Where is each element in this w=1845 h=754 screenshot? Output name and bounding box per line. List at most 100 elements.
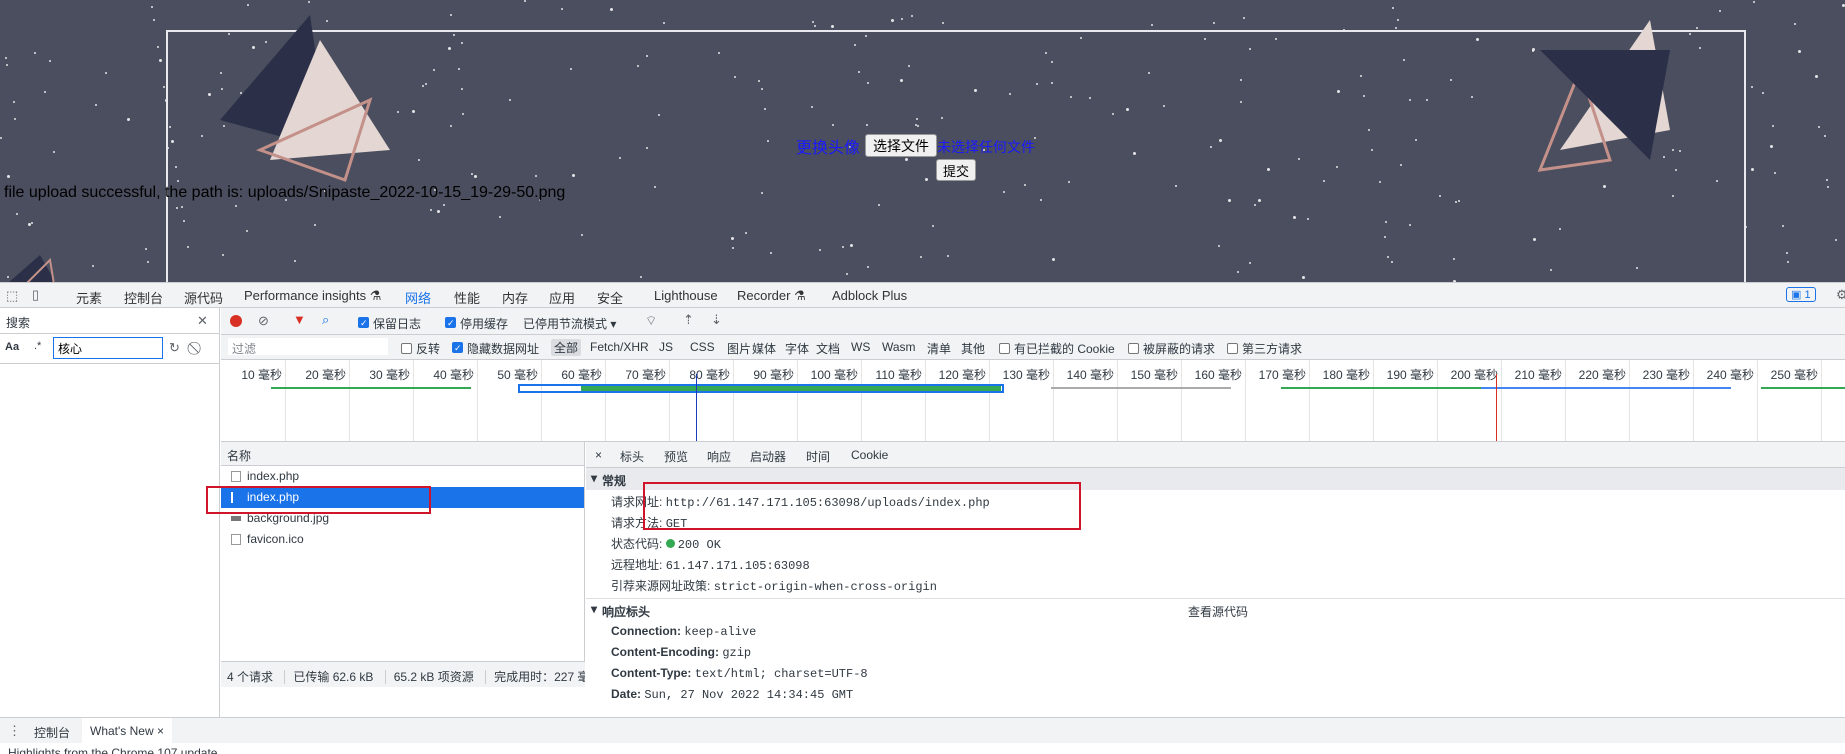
drawer-tab-console[interactable]: 控制台: [34, 724, 70, 741]
star: [44, 91, 47, 94]
tick-label: 150 毫秒: [1130, 368, 1178, 382]
issues-badge[interactable]: ▣ 1: [1786, 287, 1816, 302]
timeline-tick: 130 毫秒: [1003, 360, 1054, 441]
device-toolbar-icon[interactable]: ▯: [32, 287, 39, 303]
import-har-icon[interactable]: ⇡: [683, 312, 694, 328]
preserve-log-checkbox[interactable]: 保留日志: [358, 315, 421, 332]
type-filter[interactable]: 媒体: [752, 340, 776, 357]
timeline-tick: 190 毫秒: [1387, 360, 1438, 441]
star: [560, 8, 563, 11]
type-filter[interactable]: Wasm: [882, 340, 916, 354]
star: [1814, 74, 1818, 78]
type-filter[interactable]: Fetch/XHR: [590, 340, 649, 354]
view-source-link[interactable]: 查看源代码: [1188, 603, 1248, 620]
tick-label: 240 毫秒: [1706, 368, 1754, 382]
star: [5, 57, 8, 60]
devtools-tab[interactable]: 内存: [502, 288, 528, 307]
network-overview-timeline[interactable]: 10 毫秒 20 毫秒 30 毫秒 40 毫秒 50 毫秒 60 毫秒 70 毫秒 80 毫秒…: [221, 360, 1845, 442]
star: [1750, 167, 1754, 171]
highlight-box-request-url: [643, 482, 1081, 530]
header-row: Content-Encoding: gzip: [586, 642, 1845, 663]
header-value: 61.147.171.105:63098: [665, 559, 810, 573]
detail-tab[interactable]: 时间: [806, 448, 830, 465]
devtools-tab[interactable]: 安全: [597, 288, 623, 307]
star: [158, 59, 162, 63]
waterfall-bar: [271, 387, 471, 389]
type-filter[interactable]: 清单: [927, 340, 951, 357]
third-party-checkbox[interactable]: 第三方请求: [1227, 340, 1302, 357]
devtools-tab[interactable]: 性能: [454, 288, 480, 307]
close-icon[interactable]: ✕: [197, 313, 208, 329]
clear-log-icon[interactable]: ⊘: [258, 313, 269, 329]
type-filter[interactable]: JS: [659, 340, 673, 354]
message-icon: ▣: [1791, 289, 1802, 301]
refresh-icon[interactable]: ↻: [169, 340, 180, 356]
star: [1826, 179, 1829, 182]
star: [14, 117, 17, 120]
tick-label: 110 毫秒: [875, 368, 922, 382]
header-name: Date:: [611, 687, 642, 701]
type-filter[interactable]: CSS: [690, 340, 715, 354]
request-row[interactable]: index.php: [221, 466, 584, 487]
request-name: index.php: [247, 469, 300, 483]
waterfall-bar: [1761, 387, 1845, 389]
star: [1751, 85, 1754, 88]
hide-data-urls-checkbox[interactable]: 隐藏数据网址: [452, 340, 539, 357]
devtools-tab[interactable]: 网络: [400, 288, 436, 314]
more-menu-icon[interactable]: ⋮: [8, 723, 21, 739]
devtools-tab[interactable]: Performance insights ⚗: [244, 288, 381, 304]
type-filter[interactable]: 字体: [785, 340, 809, 357]
tick-label: 170 毫秒: [1258, 368, 1306, 382]
star: [1823, 134, 1826, 137]
star: [1243, 16, 1246, 19]
close-icon[interactable]: ×: [595, 448, 602, 462]
record-icon[interactable]: [230, 315, 242, 327]
blocked-requests-checkbox[interactable]: 被屏蔽的请求: [1128, 340, 1215, 357]
regex-toggle[interactable]: .*: [34, 340, 41, 352]
inspect-element-icon[interactable]: ⬚: [6, 288, 18, 304]
type-filter[interactable]: 其他: [961, 340, 985, 357]
search-icon[interactable]: ⌕: [322, 312, 329, 328]
type-filter[interactable]: WS: [851, 340, 870, 354]
tick-label: 90 毫秒: [753, 368, 794, 382]
header-name: 远程地址:: [611, 558, 663, 572]
detail-tab[interactable]: Cookie: [851, 448, 888, 462]
devtools-tab[interactable]: 源代码: [184, 288, 223, 307]
devtools-tab[interactable]: 应用: [549, 288, 575, 307]
devtools-tab[interactable]: Recorder ⚗: [737, 288, 806, 304]
devtools-tab[interactable]: Lighthouse: [654, 288, 718, 303]
detail-tab[interactable]: 启动器: [750, 448, 786, 465]
choose-file-button[interactable]: 选择文件: [865, 134, 937, 157]
response-headers-section-header[interactable]: 响应标头 查看源代码: [586, 599, 1845, 621]
export-har-icon[interactable]: ⇣: [711, 312, 722, 328]
header-row: Connection: keep-alive: [586, 621, 1845, 642]
drawer-tab-whats-new[interactable]: What's New ×: [82, 718, 172, 743]
timeline-tick: 70 毫秒: [625, 360, 670, 441]
disable-cache-checkbox[interactable]: 停用缓存: [445, 315, 508, 332]
network-conditions-icon[interactable]: ⌔: [645, 313, 657, 329]
star: [33, 51, 36, 54]
type-filter[interactable]: 图片: [727, 340, 751, 357]
devtools-tab[interactable]: 元素: [76, 288, 102, 307]
submit-button[interactable]: 提交: [936, 159, 977, 181]
name-column-header[interactable]: 名称: [221, 442, 584, 466]
star: [1212, 21, 1215, 24]
blocked-cookies-checkbox[interactable]: 有已拦截的 Cookie: [999, 340, 1115, 357]
settings-gear-icon[interactable]: ⚙: [1836, 287, 1845, 303]
throttling-select[interactable]: 已停用节流模式 ▾: [523, 315, 616, 332]
detail-tab[interactable]: 响应: [707, 448, 731, 465]
close-icon[interactable]: ×: [157, 724, 164, 738]
request-row[interactable]: favicon.ico: [221, 529, 584, 550]
devtools-tab[interactable]: 控制台: [124, 288, 163, 307]
filter-input[interactable]: 过滤: [228, 338, 388, 356]
devtools-tab[interactable]: Adblock Plus: [832, 288, 907, 303]
filter-icon[interactable]: ▼: [293, 312, 306, 327]
match-case-toggle[interactable]: Aa: [5, 341, 19, 353]
invert-checkbox[interactable]: 反转: [401, 340, 440, 357]
header-value: strict-origin-when-cross-origin: [713, 580, 937, 594]
type-filter[interactable]: 全部: [551, 339, 582, 356]
detail-tab[interactable]: 预览: [664, 448, 688, 465]
search-input[interactable]: [53, 337, 163, 359]
timeline-tick: 110 毫秒: [876, 360, 926, 441]
type-filter[interactable]: 文档: [816, 340, 840, 357]
